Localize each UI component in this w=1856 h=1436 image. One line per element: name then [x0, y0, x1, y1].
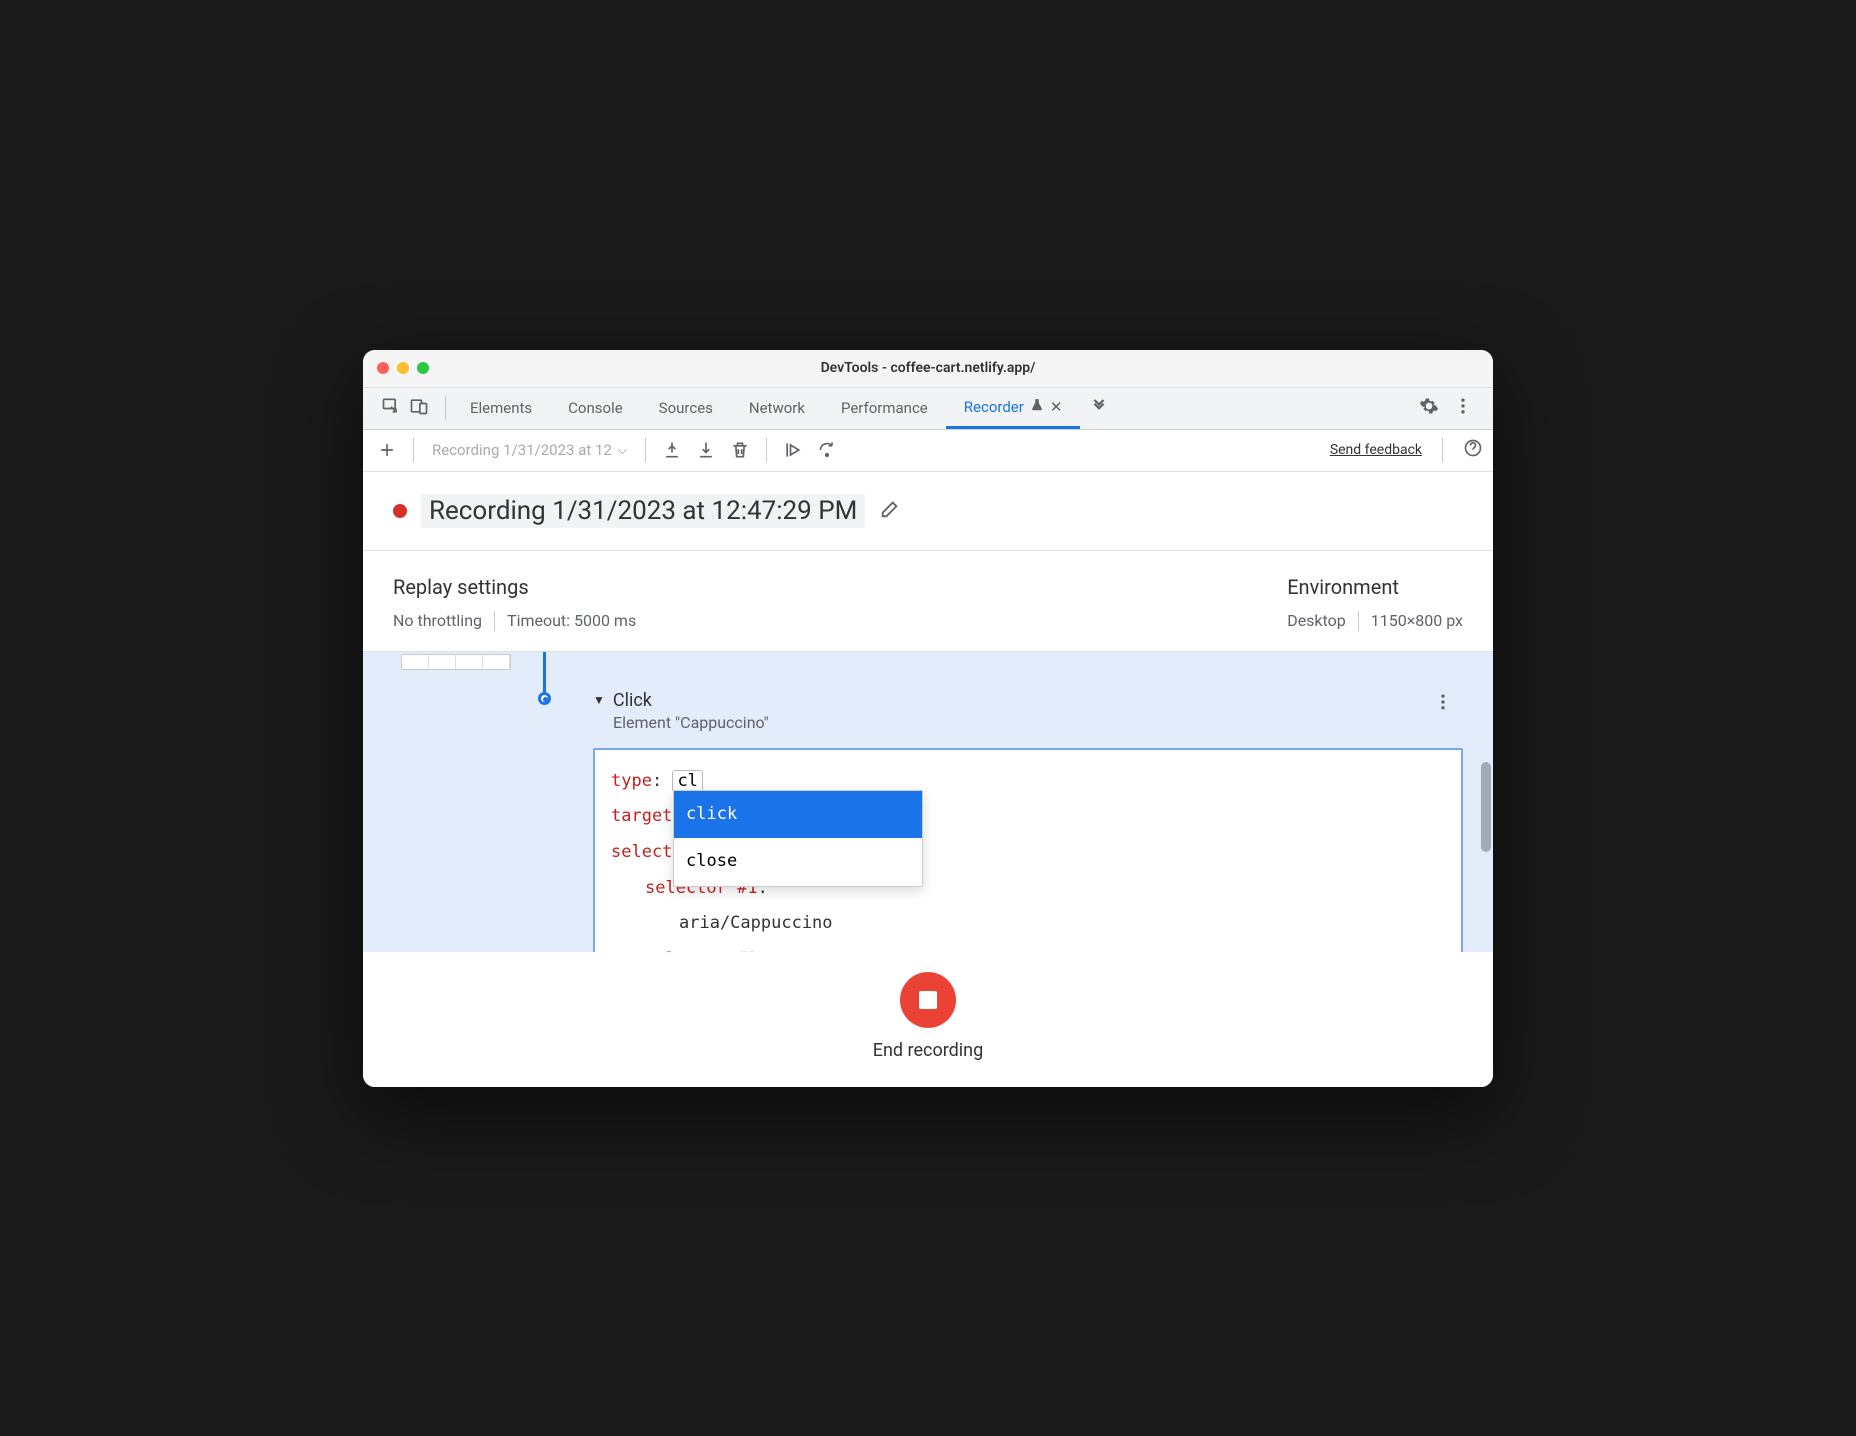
edit-title-icon[interactable]	[879, 498, 901, 524]
caret-down-icon: ▼	[593, 693, 605, 707]
recording-indicator-icon	[393, 504, 407, 518]
autocomplete-option-close[interactable]: close	[674, 838, 922, 886]
minimize-window-button[interactable]	[397, 362, 409, 374]
viewport-value[interactable]: 1150×800 px	[1371, 611, 1463, 630]
autocomplete-popup: click close	[673, 790, 923, 887]
code-key-target: target	[611, 806, 672, 826]
divider	[494, 611, 495, 631]
tab-performance[interactable]: Performance	[823, 388, 946, 429]
inspect-element-icon[interactable]	[381, 396, 401, 420]
close-window-button[interactable]	[377, 362, 389, 374]
main-kebab-icon[interactable]	[1453, 396, 1473, 420]
timeline-dot	[538, 692, 551, 705]
more-tabs-icon[interactable]	[1080, 397, 1118, 419]
step-title: Click	[613, 690, 652, 711]
recording-selector[interactable]: Recording 1/31/2023 at 12 ⌵	[426, 441, 633, 459]
code-key-type: type	[611, 771, 652, 791]
tab-elements[interactable]: Elements	[452, 388, 550, 429]
devtools-window: DevTools - coffee-cart.netlify.app/ Elem…	[363, 350, 1493, 1087]
panel-tabs: Elements Console Sources Network Perform…	[452, 388, 1080, 429]
step-thumbnail[interactable]	[401, 654, 511, 670]
scrollbar-thumb[interactable]	[1481, 762, 1491, 852]
code-key-selectors: select	[611, 842, 672, 862]
titlebar: DevTools - coffee-cart.netlify.app/	[363, 350, 1493, 388]
settings-row: Replay settings No throttling Timeout: 5…	[363, 551, 1493, 652]
end-recording-button[interactable]	[900, 972, 956, 1028]
recording-title[interactable]: Recording 1/31/2023 at 12:47:29 PM	[421, 494, 865, 528]
step-subtitle: Element "Cappuccino"	[613, 713, 1463, 732]
tab-recorder[interactable]: Recorder ✕	[946, 388, 1081, 429]
timeout-value[interactable]: Timeout: 5000 ms	[507, 611, 636, 630]
step-kebab-icon[interactable]	[1433, 692, 1453, 716]
divider	[645, 438, 646, 462]
end-recording-label: End recording	[363, 1040, 1493, 1061]
type-value-input[interactable]: cl	[672, 770, 702, 792]
main-tabs-bar: Elements Console Sources Network Perform…	[363, 388, 1493, 430]
settings-gear-icon[interactable]	[1419, 396, 1439, 420]
replay-settings-heading: Replay settings	[393, 575, 636, 599]
autocomplete-option-click[interactable]: click	[674, 791, 922, 839]
divider	[445, 396, 446, 420]
device-value[interactable]: Desktop	[1287, 611, 1346, 630]
experimental-flask-icon	[1030, 398, 1044, 416]
chevron-down-icon: ⌵	[618, 443, 627, 458]
divider	[1442, 438, 1443, 462]
recorder-toolbar: Recording 1/31/2023 at 12 ⌵ Send feedbac…	[363, 430, 1493, 472]
replay-settings: Replay settings No throttling Timeout: 5…	[393, 575, 636, 631]
tab-sources[interactable]: Sources	[641, 388, 731, 429]
selector-1-value[interactable]: aria/Cappuccino	[679, 913, 833, 933]
help-icon[interactable]	[1463, 438, 1483, 462]
send-feedback-link[interactable]: Send feedback	[1330, 442, 1422, 458]
device-toolbar-icon[interactable]	[409, 396, 429, 420]
step-header[interactable]: ▼ Click	[593, 690, 1463, 711]
new-recording-button[interactable]	[373, 436, 401, 464]
throttling-value[interactable]: No throttling	[393, 611, 482, 630]
step-code-editor[interactable]: type: cl target select selector #1: aria…	[593, 748, 1463, 952]
close-tab-icon[interactable]: ✕	[1050, 398, 1063, 416]
footer: End recording	[363, 952, 1493, 1087]
stop-icon	[919, 991, 937, 1009]
window-title: DevTools - coffee-cart.netlify.app/	[363, 360, 1493, 376]
environment-settings: Environment Desktop 1150×800 px	[1287, 575, 1463, 631]
delete-icon[interactable]	[726, 436, 754, 464]
environment-heading: Environment	[1287, 575, 1399, 599]
export-icon[interactable]	[658, 436, 686, 464]
divider	[413, 438, 414, 462]
tab-network[interactable]: Network	[731, 388, 823, 429]
recording-header: Recording 1/31/2023 at 12:47:29 PM	[363, 472, 1493, 551]
traffic-lights	[363, 362, 429, 374]
selector-2-label-partial: selector #2:	[645, 949, 768, 952]
step-content: ▼ Click Element "Cappuccino" type: cl ta…	[593, 660, 1463, 952]
divider	[766, 438, 767, 462]
maximize-window-button[interactable]	[417, 362, 429, 374]
tab-console[interactable]: Console	[550, 388, 641, 429]
step-over-icon[interactable]	[813, 436, 841, 464]
replay-icon[interactable]	[779, 436, 807, 464]
import-icon[interactable]	[692, 436, 720, 464]
divider	[1358, 611, 1359, 631]
timeline-line	[543, 652, 546, 692]
step-area: ▼ Click Element "Cappuccino" type: cl ta…	[363, 652, 1493, 952]
